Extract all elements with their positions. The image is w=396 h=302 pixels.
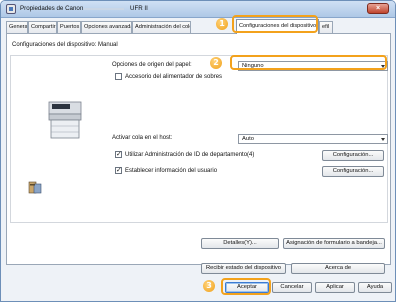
user-info-label: Establecer información del usuario xyxy=(125,168,218,174)
close-button[interactable]: × xyxy=(367,3,389,14)
title-bar[interactable]: Propiedades de Canon UFR II × xyxy=(1,1,395,18)
highlight-paper-source xyxy=(230,55,387,70)
highlight-accept-button xyxy=(221,278,271,295)
details-button[interactable]: Detalles(Y)... xyxy=(201,238,279,249)
user-info-settings-button[interactable]: Configuración... xyxy=(322,166,384,177)
help-button[interactable]: Ayuda xyxy=(358,282,392,293)
host-queue-label: Activar cola en el host: xyxy=(112,135,173,141)
apply-button[interactable]: Aplicar xyxy=(315,282,355,293)
settings-cabinet-icon xyxy=(28,181,42,194)
paper-source-label: Opciones de origen del papel: xyxy=(112,62,192,68)
dept-id-checkbox[interactable] xyxy=(115,150,122,158)
tab-bar: General Compartir Puertos Opciones avanz… xyxy=(6,19,392,34)
panel-heading: Configuraciones del dispositivo: Manual xyxy=(12,42,118,48)
callout-step-2: 2 xyxy=(210,57,222,69)
feeder-checkbox[interactable] xyxy=(115,73,122,80)
tab-administracion-color[interactable]: Administración del color xyxy=(132,21,191,33)
host-queue-value: Auto xyxy=(242,136,254,142)
form-to-tray-button[interactable]: Asignación de formulario a bandeja... xyxy=(283,238,385,249)
printer-icon xyxy=(6,4,16,14)
window-title-suffix: UFR II xyxy=(130,5,148,12)
window-title: Propiedades de Canon xyxy=(20,5,84,12)
redacted-model-name xyxy=(84,8,124,10)
printer-properties-window: Propiedades de Canon UFR II × General Co… xyxy=(0,0,396,302)
dept-id-settings-button[interactable]: Configuración... xyxy=(322,150,384,161)
device-options-group: Opciones de origen del papel: Ninguno Ac… xyxy=(10,55,388,223)
tab-opciones-avanzadas[interactable]: Opciones avanzadas xyxy=(81,21,132,33)
chevron-down-icon xyxy=(381,138,385,141)
cancel-button[interactable]: Cancelar xyxy=(272,282,312,293)
tab-puertos[interactable]: Puertos xyxy=(57,21,81,33)
feeder-label: Accesorio del alimentador de sobres xyxy=(125,74,223,80)
about-button[interactable]: Acerca de xyxy=(291,263,385,274)
dept-id-label: Utilizar Administración de ID de departa… xyxy=(125,152,255,158)
user-info-checkbox[interactable] xyxy=(115,166,122,174)
callout-step-3: 3 xyxy=(203,280,215,292)
tab-general[interactable]: General xyxy=(6,21,28,33)
host-queue-select[interactable]: Auto xyxy=(238,134,388,144)
printer-device-icon xyxy=(48,101,82,139)
tab-compartir[interactable]: Compartir xyxy=(28,21,57,33)
get-device-status-button[interactable]: Recibir estado del dispositivo xyxy=(201,263,286,274)
callout-step-1: 1 xyxy=(216,18,228,30)
tab-perfil[interactable]: efil xyxy=(319,21,333,33)
highlight-device-settings-tab xyxy=(232,15,318,33)
